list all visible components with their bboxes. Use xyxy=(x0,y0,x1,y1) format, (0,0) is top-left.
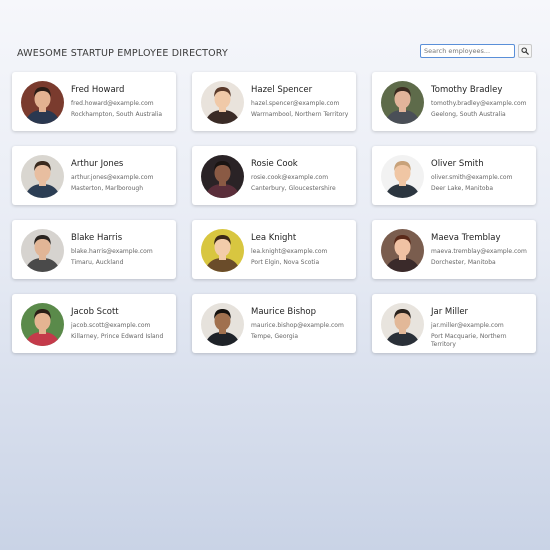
avatar-photo xyxy=(381,303,424,346)
avatar xyxy=(201,81,244,124)
employee-location: Dorchester, Manitoba xyxy=(431,259,496,266)
employee-card[interactable]: Maurice Bishop maurice.bishop@example.co… xyxy=(192,294,356,353)
employee-email: arthur.jones@example.com xyxy=(71,174,154,181)
avatar xyxy=(381,81,424,124)
employee-email: hazel.spencer@example.com xyxy=(251,100,340,107)
employee-info: Tomothy Bradley tomothy.bradley@example.… xyxy=(431,85,533,119)
employee-info: Maeva Tremblay maeva.tremblay@example.co… xyxy=(431,233,533,267)
employee-card[interactable]: Maeva Tremblay maeva.tremblay@example.co… xyxy=(372,220,536,279)
employee-location: Tempe, Georgia xyxy=(251,333,299,340)
search-input[interactable] xyxy=(420,44,515,58)
employee-location: Port Elgin, Nova Scotia xyxy=(251,259,320,266)
employee-email: tomothy.bradley@example.com xyxy=(431,100,527,107)
avatar xyxy=(21,155,64,198)
employee-location: Rockhampton, South Australia xyxy=(71,111,163,118)
employee-email: lea.knight@example.com xyxy=(251,248,328,255)
employee-location: Warrnambool, Northern Territory xyxy=(251,111,349,118)
avatar xyxy=(201,229,244,272)
employee-location: Masterton, Marlborough xyxy=(71,185,144,192)
employee-name: Jacob Scott xyxy=(71,307,119,317)
employee-info: Lea Knight lea.knight@example.com Port E… xyxy=(251,233,353,267)
employee-name: Rosie Cook xyxy=(251,159,298,169)
employee-card[interactable]: Lea Knight lea.knight@example.com Port E… xyxy=(192,220,356,279)
avatar-photo xyxy=(381,81,424,124)
avatar xyxy=(21,303,64,346)
employee-card[interactable]: Arthur Jones arthur.jones@example.com Ma… xyxy=(12,146,176,205)
avatar-photo xyxy=(201,81,244,124)
page-title: AWESOME STARTUP EMPLOYEE DIRECTORY xyxy=(17,48,229,59)
employee-location: Timaru, Auckland xyxy=(71,259,124,266)
search-button[interactable] xyxy=(518,44,532,58)
directory-header: AWESOME STARTUP EMPLOYEE DIRECTORY xyxy=(17,44,533,62)
employee-email: jar.miller@example.com xyxy=(431,322,504,329)
avatar-photo xyxy=(21,81,64,124)
employee-location: Geelong, South Australia xyxy=(431,111,506,118)
employee-email: blake.harris@example.com xyxy=(71,248,153,255)
avatar xyxy=(21,81,64,124)
employee-name: Hazel Spencer xyxy=(251,85,313,95)
employee-info: Maurice Bishop maurice.bishop@example.co… xyxy=(251,307,353,341)
employee-info: Jar Miller jar.miller@example.com Port M… xyxy=(431,307,533,349)
avatar-photo xyxy=(381,229,424,272)
employee-name: Jar Miller xyxy=(431,307,469,317)
employee-card[interactable]: Jar Miller jar.miller@example.com Port M… xyxy=(372,294,536,353)
avatar-photo xyxy=(21,155,64,198)
employee-email: oliver.smith@example.com xyxy=(431,174,513,181)
employee-grid: Fred Howard fred.howard@example.com Rock… xyxy=(12,72,536,353)
employee-location: Canterbury, Gloucestershire xyxy=(251,185,336,192)
avatar xyxy=(201,155,244,198)
employee-name: Arthur Jones xyxy=(71,159,124,169)
search-icon xyxy=(521,47,529,55)
employee-email: rosie.cook@example.com xyxy=(251,174,329,181)
employee-location: Killarney, Prince Edward Island xyxy=(71,333,164,340)
employee-name: Fred Howard xyxy=(71,85,125,95)
employee-info: Arthur Jones arthur.jones@example.com Ma… xyxy=(71,159,173,193)
employee-email: maurice.bishop@example.com xyxy=(251,322,344,329)
employee-info: Fred Howard fred.howard@example.com Rock… xyxy=(71,85,173,119)
employee-card[interactable]: Oliver Smith oliver.smith@example.com De… xyxy=(372,146,536,205)
employee-email: jacob.scott@example.com xyxy=(71,322,151,329)
employee-card[interactable]: Jacob Scott jacob.scott@example.com Kill… xyxy=(12,294,176,353)
employee-email: maeva.tremblay@example.com xyxy=(431,248,527,255)
employee-name: Maeva Tremblay xyxy=(431,233,501,243)
employee-name: Oliver Smith xyxy=(431,159,484,169)
avatar-photo xyxy=(201,229,244,272)
employee-location: Port Macquarie, Northern Territory xyxy=(431,333,507,348)
employee-info: Hazel Spencer hazel.spencer@example.com … xyxy=(251,85,353,119)
avatar-photo xyxy=(201,303,244,346)
employee-name: Maurice Bishop xyxy=(251,307,316,317)
avatar xyxy=(201,303,244,346)
employee-card[interactable]: Blake Harris blake.harris@example.com Ti… xyxy=(12,220,176,279)
avatar-photo xyxy=(201,155,244,198)
employee-info: Rosie Cook rosie.cook@example.com Canter… xyxy=(251,159,353,193)
employee-info: Oliver Smith oliver.smith@example.com De… xyxy=(431,159,533,193)
employee-name: Lea Knight xyxy=(251,233,297,243)
avatar xyxy=(381,303,424,346)
avatar xyxy=(381,155,424,198)
avatar-photo xyxy=(381,155,424,198)
avatar xyxy=(381,229,424,272)
avatar xyxy=(21,229,64,272)
search-form xyxy=(420,44,532,58)
employee-location: Deer Lake, Manitoba xyxy=(431,185,493,192)
employee-card[interactable]: Rosie Cook rosie.cook@example.com Canter… xyxy=(192,146,356,205)
employee-name: Blake Harris xyxy=(71,233,123,243)
avatar-photo xyxy=(21,303,64,346)
employee-email: fred.howard@example.com xyxy=(71,100,154,107)
employee-card[interactable]: Tomothy Bradley tomothy.bradley@example.… xyxy=(372,72,536,131)
employee-info: Jacob Scott jacob.scott@example.com Kill… xyxy=(71,307,173,341)
employee-name: Tomothy Bradley xyxy=(431,85,503,95)
avatar-photo xyxy=(21,229,64,272)
employee-card[interactable]: Hazel Spencer hazel.spencer@example.com … xyxy=(192,72,356,131)
employee-info: Blake Harris blake.harris@example.com Ti… xyxy=(71,233,173,267)
employee-card[interactable]: Fred Howard fred.howard@example.com Rock… xyxy=(12,72,176,131)
